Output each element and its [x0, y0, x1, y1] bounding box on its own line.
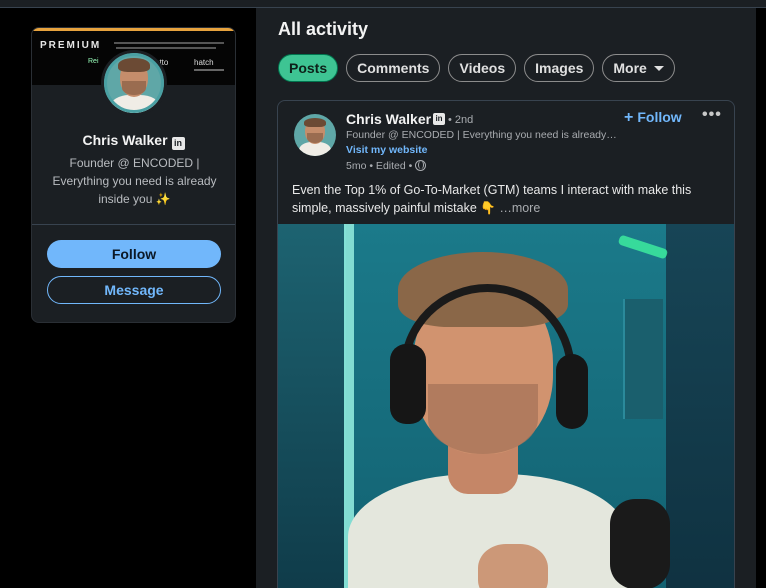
divider: [32, 224, 235, 225]
linkedin-icon: in: [171, 137, 185, 150]
video-background: [278, 224, 346, 588]
profile-card: PREMIUM Rei etto hatch Chris Walker in Fo…: [31, 27, 236, 323]
post-meta: 5mo • Edited •: [346, 160, 427, 172]
post-author-headline: Founder @ ENCODED | Everything you need …: [346, 129, 617, 141]
connection-degree: • 2nd: [448, 114, 474, 126]
post-text: Even the Top 1% of Go-To-Market (GTM) te…: [292, 181, 712, 217]
activity-filter-tabs: Posts Comments Videos Images More: [278, 54, 675, 82]
post-body: Even the Top 1% of Go-To-Market (GTM) te…: [292, 183, 692, 215]
activity-section: All activity Posts Comments Videos Image…: [256, 8, 756, 588]
post-follow-label: Follow: [637, 109, 682, 125]
banner-logo: hatch: [194, 58, 214, 67]
headphones-earcup: [390, 344, 426, 424]
banner-logo: Rei: [88, 58, 99, 65]
video-person-beard: [428, 384, 538, 454]
see-more-link[interactable]: …more: [499, 201, 540, 215]
tab-images[interactable]: Images: [524, 54, 595, 82]
more-options-icon[interactable]: •••: [702, 106, 722, 124]
open-to-ring: [104, 53, 164, 113]
tab-comments[interactable]: Comments: [346, 54, 441, 82]
tab-more[interactable]: More: [602, 54, 675, 82]
message-button[interactable]: Message: [47, 276, 221, 304]
banner-fine-print: [114, 42, 224, 44]
tab-posts[interactable]: Posts: [278, 54, 339, 82]
top-bar: [0, 0, 766, 8]
post-video[interactable]: [278, 224, 734, 588]
banner-fine-print: [116, 47, 216, 49]
tab-videos[interactable]: Videos: [448, 54, 517, 82]
video-person-hand: [478, 544, 548, 588]
visit-website-link[interactable]: Visit my website: [346, 144, 428, 156]
profile-avatar[interactable]: [101, 50, 167, 116]
follow-button[interactable]: Follow: [47, 240, 221, 268]
tab-more-label: More: [613, 60, 647, 76]
headphones-earcup: [556, 354, 588, 429]
plus-icon: +: [624, 109, 634, 126]
post-author-avatar[interactable]: [294, 114, 336, 156]
linkedin-icon: in: [433, 113, 445, 125]
caret-down-icon: [653, 66, 664, 71]
video-panel: [623, 299, 663, 419]
post-author-name[interactable]: Chris Walker: [346, 111, 431, 127]
premium-label: PREMIUM: [40, 40, 102, 51]
profile-name-row: Chris Walker in: [32, 132, 235, 150]
globe-icon: [415, 160, 427, 171]
microphone: [610, 499, 670, 588]
profile-headline: Founder @ ENCODED | Everything you need …: [52, 156, 217, 206]
video-background: [666, 224, 734, 588]
page-title: All activity: [278, 19, 369, 39]
avatar-hair: [304, 118, 326, 127]
avatar-shirt: [299, 142, 331, 156]
feed-post: Chris Walker in • 2nd Founder @ ENCODED …: [277, 100, 735, 588]
profile-name[interactable]: Chris Walker: [82, 132, 167, 148]
post-timestamp: 5mo • Edited •: [346, 160, 413, 172]
post-follow-button[interactable]: + Follow: [624, 109, 682, 127]
avatar-beard: [307, 133, 323, 143]
banner-fine-print: [194, 69, 224, 71]
